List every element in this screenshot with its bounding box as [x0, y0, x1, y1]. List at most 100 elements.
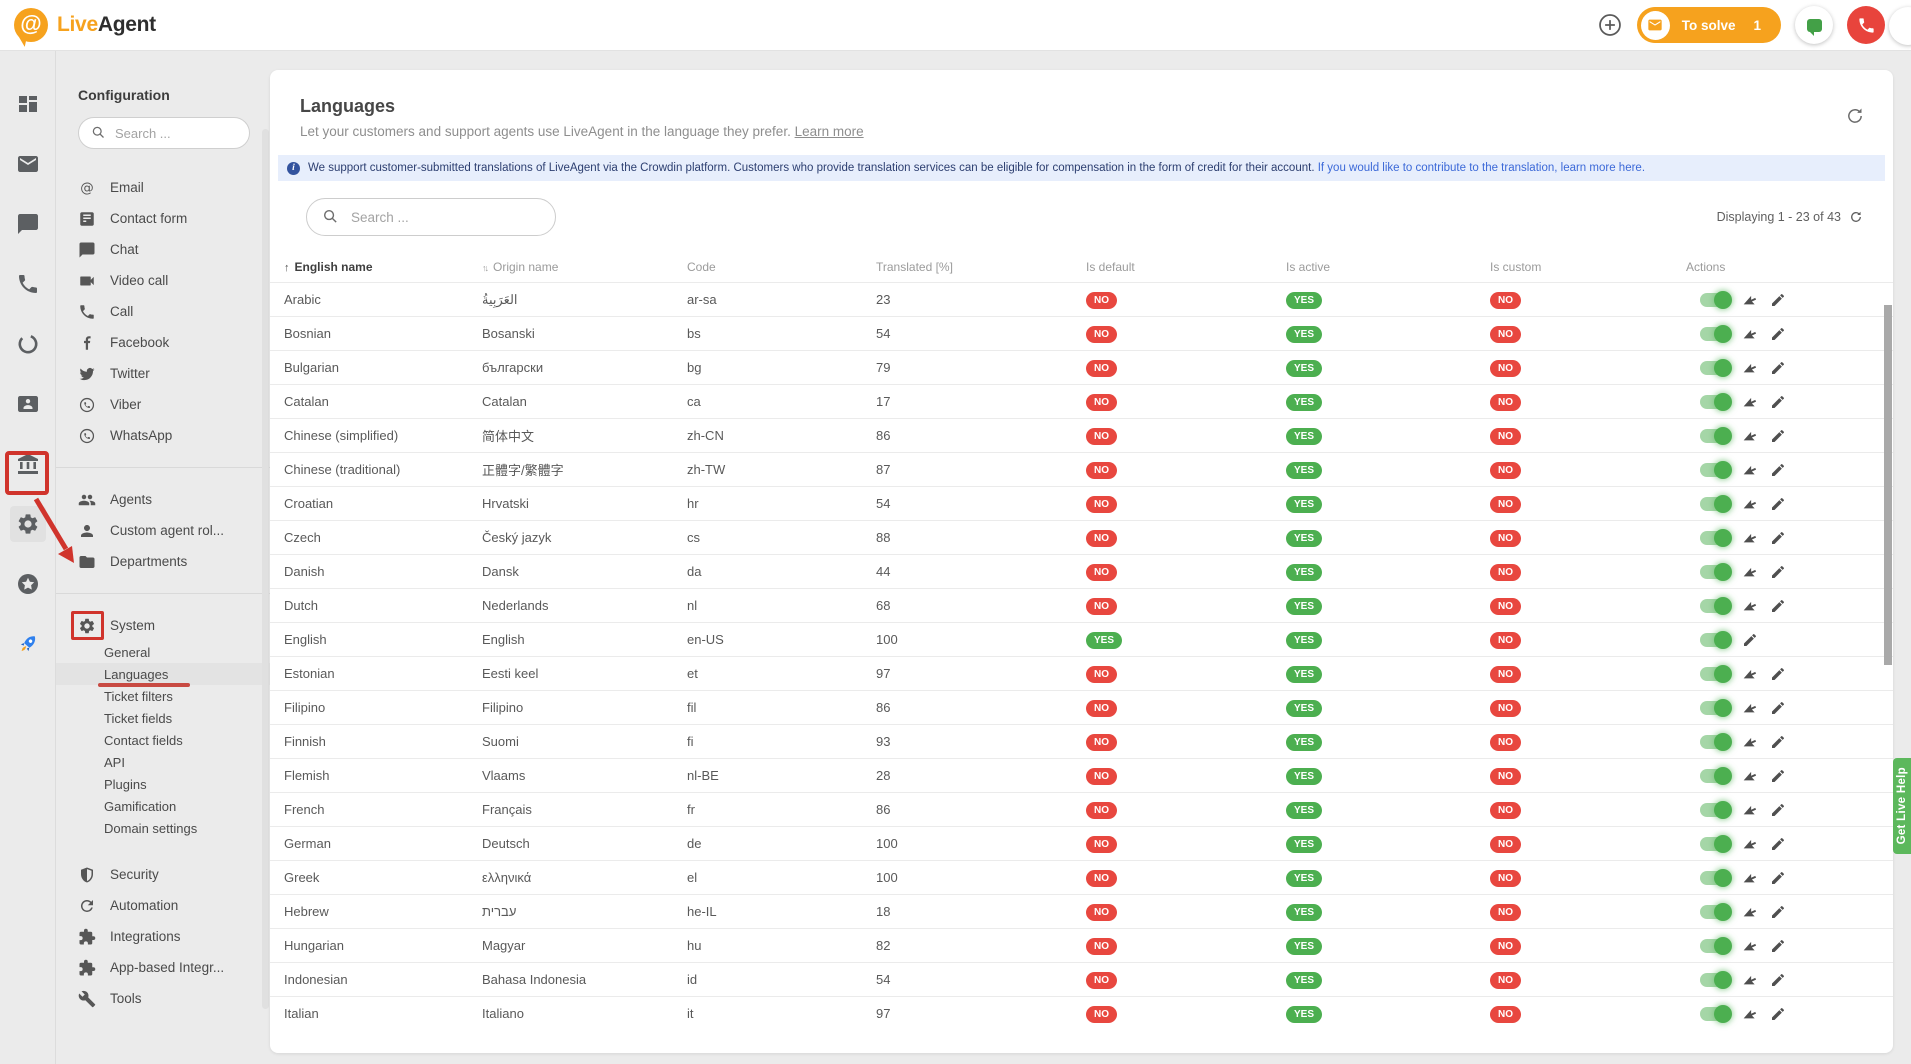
- active-toggle[interactable]: [1700, 497, 1730, 511]
- sidebar-subitem-ticket-fields[interactable]: Ticket fields: [56, 707, 270, 729]
- edit-icon[interactable]: [1770, 938, 1786, 954]
- pointer-icon[interactable]: [1742, 734, 1758, 750]
- edit-icon[interactable]: [1742, 632, 1758, 648]
- column-header-origin-name[interactable]: ↑↓Origin name: [482, 260, 687, 274]
- active-toggle[interactable]: [1700, 565, 1730, 579]
- active-toggle[interactable]: [1700, 633, 1730, 647]
- active-toggle[interactable]: [1700, 395, 1730, 409]
- sidebar-item-automation[interactable]: Automation: [56, 890, 270, 921]
- sidebar-item-email[interactable]: @Email: [56, 172, 270, 203]
- chat-status-button[interactable]: [1795, 6, 1833, 44]
- active-toggle[interactable]: [1700, 905, 1730, 919]
- column-header-english-name[interactable]: ↑English name: [284, 260, 482, 274]
- table-scrollbar[interactable]: [1884, 305, 1892, 665]
- pointer-icon[interactable]: [1742, 598, 1758, 614]
- edit-icon[interactable]: [1770, 564, 1786, 580]
- pointer-icon[interactable]: [1742, 530, 1758, 546]
- pointer-icon[interactable]: [1742, 394, 1758, 410]
- liveagent-logo[interactable]: @ LiveAgent: [14, 8, 156, 42]
- rail-item-dashboard[interactable]: [16, 92, 40, 116]
- active-toggle[interactable]: [1700, 429, 1730, 443]
- pointer-icon[interactable]: [1742, 462, 1758, 478]
- active-toggle[interactable]: [1700, 735, 1730, 749]
- edit-icon[interactable]: [1770, 394, 1786, 410]
- sidebar-subitem-ticket-filters[interactable]: Ticket filters: [56, 685, 270, 707]
- active-toggle[interactable]: [1700, 939, 1730, 953]
- edit-icon[interactable]: [1770, 972, 1786, 988]
- sidebar-item-twitter[interactable]: Twitter: [56, 358, 270, 389]
- pointer-icon[interactable]: [1742, 904, 1758, 920]
- sidebar-item-integrations[interactable]: Integrations: [56, 921, 270, 952]
- sidebar-subitem-general[interactable]: General: [56, 641, 270, 663]
- sidebar-subitem-plugins[interactable]: Plugins: [56, 773, 270, 795]
- sidebar-subitem-gamification[interactable]: Gamification: [56, 795, 270, 817]
- active-toggle[interactable]: [1700, 531, 1730, 545]
- sidebar-item-viber[interactable]: Viber: [56, 389, 270, 420]
- active-toggle[interactable]: [1700, 701, 1730, 715]
- pointer-icon[interactable]: [1742, 972, 1758, 988]
- rail-item-chat[interactable]: [16, 212, 40, 236]
- edit-icon[interactable]: [1770, 734, 1786, 750]
- sidebar-scrollbar[interactable]: [262, 129, 269, 1009]
- rail-item-star[interactable]: [16, 572, 40, 596]
- active-toggle[interactable]: [1700, 1007, 1730, 1021]
- sidebar-item-departments[interactable]: Departments: [56, 546, 270, 577]
- rail-item-rocket[interactable]: [16, 632, 40, 656]
- rail-item-contact-card[interactable]: [16, 392, 40, 416]
- sidebar-item-chat[interactable]: Chat: [56, 234, 270, 265]
- sidebar-item-app-based-integr[interactable]: App-based Integr...: [56, 952, 270, 983]
- sidebar-subitem-domain-settings[interactable]: Domain settings: [56, 817, 270, 839]
- active-toggle[interactable]: [1700, 361, 1730, 375]
- pointer-icon[interactable]: [1742, 496, 1758, 512]
- refresh-icon[interactable]: [1845, 106, 1865, 126]
- rail-item-mail[interactable]: [16, 152, 40, 176]
- active-toggle[interactable]: [1700, 293, 1730, 307]
- contribute-link[interactable]: If you would like to contribute to the t…: [1318, 162, 1645, 174]
- sidebar-subitem-contact-fields[interactable]: Contact fields: [56, 729, 270, 751]
- pointer-icon[interactable]: [1742, 292, 1758, 308]
- edit-icon[interactable]: [1770, 768, 1786, 784]
- add-icon[interactable]: [1597, 12, 1623, 38]
- edit-icon[interactable]: [1770, 598, 1786, 614]
- partial-avatar-button[interactable]: [1889, 7, 1911, 45]
- pointer-icon[interactable]: [1742, 802, 1758, 818]
- sidebar-subitem-languages[interactable]: Languages: [56, 663, 270, 685]
- edit-icon[interactable]: [1770, 802, 1786, 818]
- pointer-icon[interactable]: [1742, 326, 1758, 342]
- active-toggle[interactable]: [1700, 599, 1730, 613]
- edit-icon[interactable]: [1770, 530, 1786, 546]
- active-toggle[interactable]: [1700, 769, 1730, 783]
- sidebar-item-facebook[interactable]: Facebook: [56, 327, 270, 358]
- pointer-icon[interactable]: [1742, 666, 1758, 682]
- edit-icon[interactable]: [1770, 700, 1786, 716]
- edit-icon[interactable]: [1770, 666, 1786, 682]
- to-solve-button[interactable]: To solve 1: [1637, 7, 1781, 43]
- pointer-icon[interactable]: [1742, 836, 1758, 852]
- active-toggle[interactable]: [1700, 463, 1730, 477]
- sidebar-item-tools[interactable]: Tools: [56, 983, 270, 1014]
- edit-icon[interactable]: [1770, 326, 1786, 342]
- sidebar-item-security[interactable]: Security: [56, 859, 270, 890]
- edit-icon[interactable]: [1770, 1006, 1786, 1022]
- learn-more-link[interactable]: Learn more: [795, 124, 864, 139]
- call-status-button[interactable]: [1847, 6, 1885, 44]
- pointer-icon[interactable]: [1742, 768, 1758, 784]
- sidebar-item-contact-form[interactable]: Contact form: [56, 203, 270, 234]
- sidebar-subitem-api[interactable]: API: [56, 751, 270, 773]
- edit-icon[interactable]: [1770, 292, 1786, 308]
- sidebar-item-whatsapp[interactable]: WhatsApp: [56, 420, 270, 451]
- pointer-icon[interactable]: [1742, 938, 1758, 954]
- active-toggle[interactable]: [1700, 327, 1730, 341]
- refresh-icon[interactable]: [1849, 210, 1863, 224]
- active-toggle[interactable]: [1700, 803, 1730, 817]
- edit-icon[interactable]: [1770, 836, 1786, 852]
- rail-item-gear[interactable]: [10, 506, 46, 542]
- pointer-icon[interactable]: [1742, 428, 1758, 444]
- pointer-icon[interactable]: [1742, 1006, 1758, 1022]
- rail-item-phone[interactable]: [16, 272, 40, 296]
- pointer-icon[interactable]: [1742, 360, 1758, 376]
- active-toggle[interactable]: [1700, 667, 1730, 681]
- active-toggle[interactable]: [1700, 837, 1730, 851]
- pointer-icon[interactable]: [1742, 700, 1758, 716]
- rail-item-bank[interactable]: [16, 452, 40, 476]
